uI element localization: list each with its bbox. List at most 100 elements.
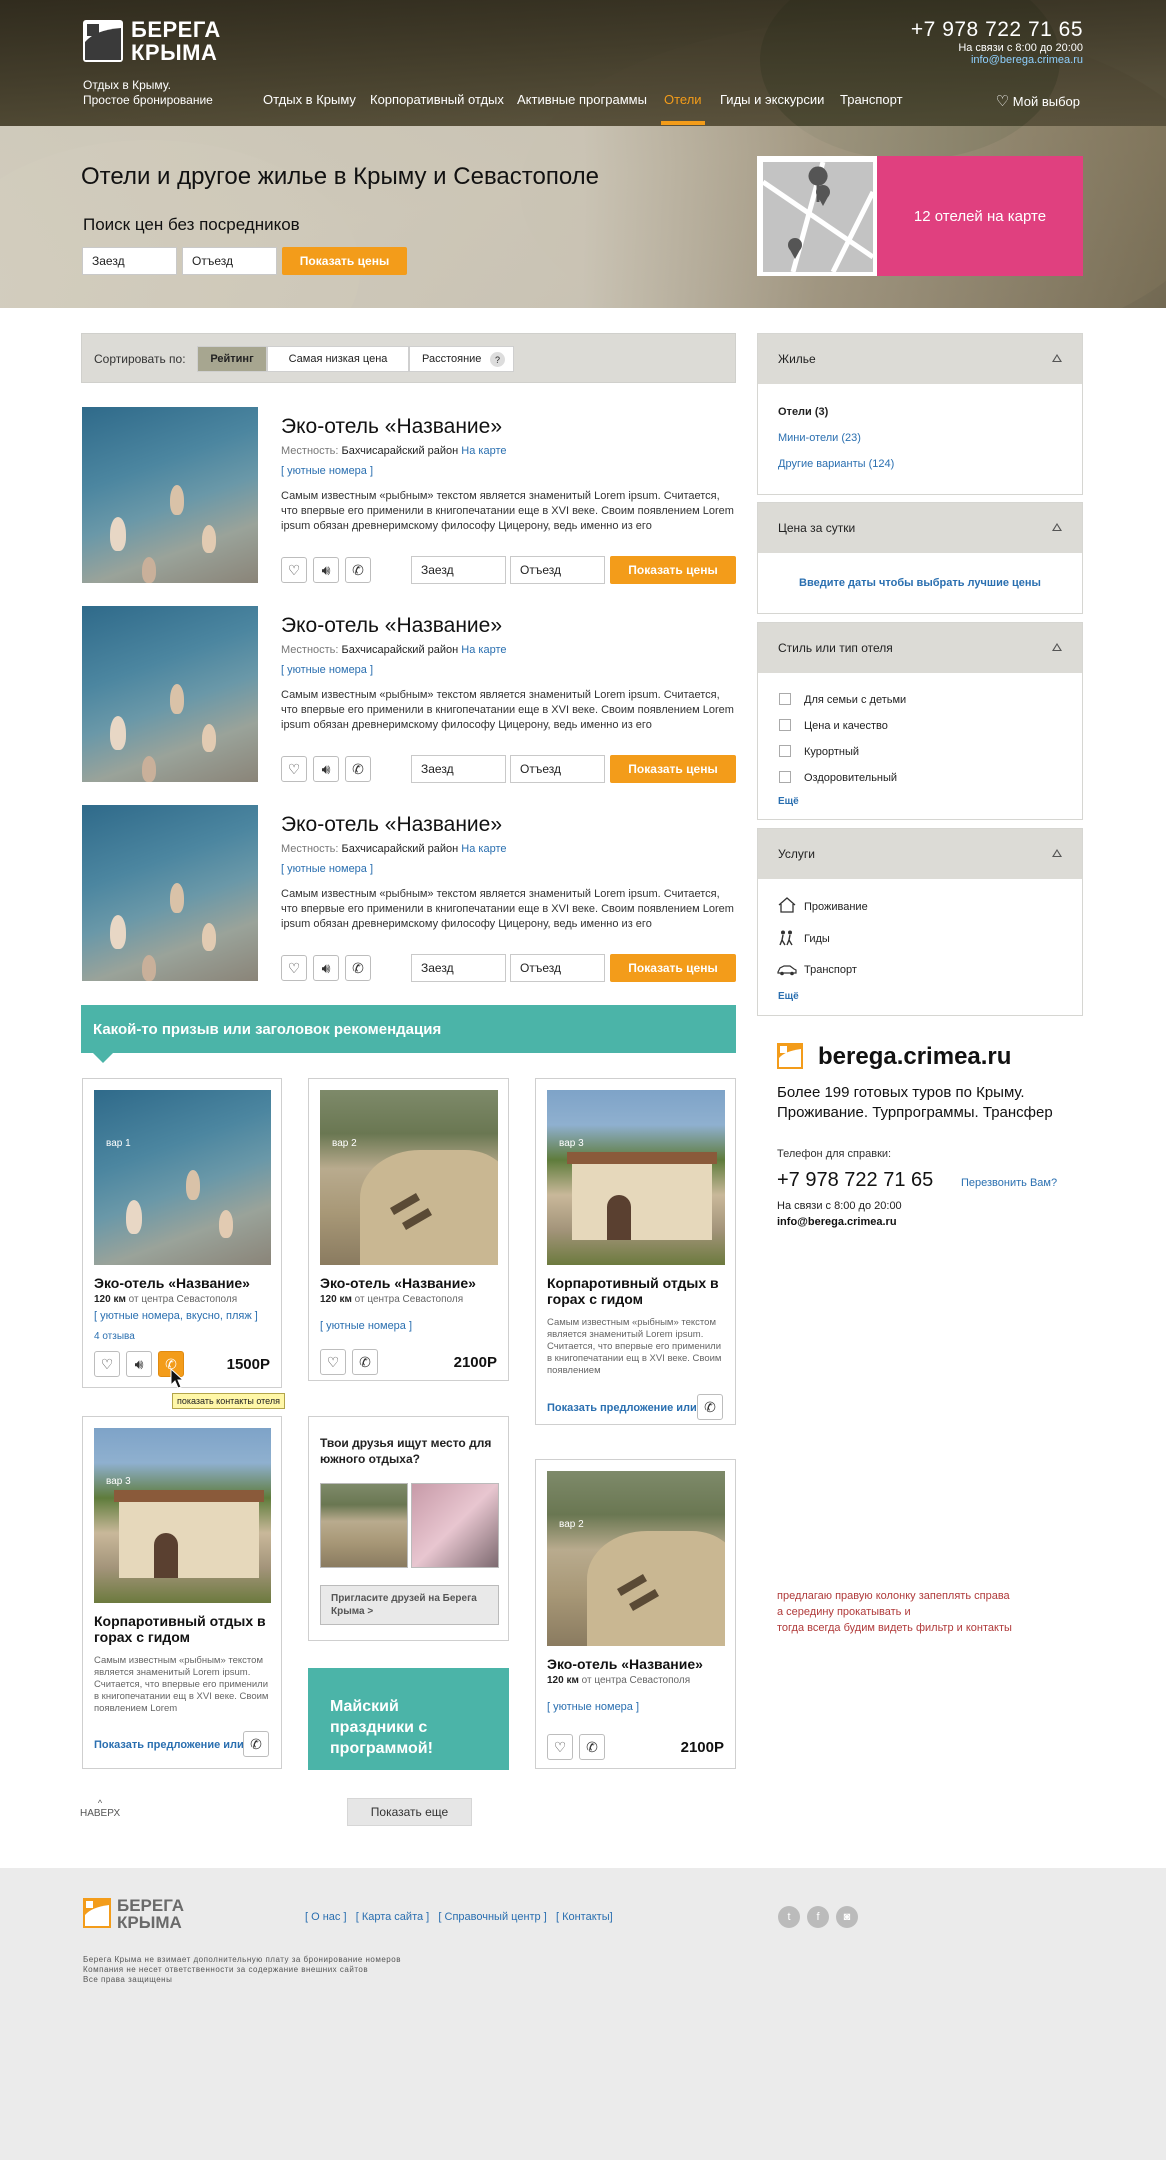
heart-icon[interactable]: ♡ bbox=[94, 1351, 120, 1377]
checkin-input[interactable]: Заезд bbox=[411, 954, 506, 982]
nav-transport[interactable]: Транспорт bbox=[840, 92, 903, 107]
phone-icon[interactable]: ✆ bbox=[345, 557, 371, 583]
map-link[interactable]: На карте bbox=[461, 644, 506, 656]
footer-logo-icon[interactable] bbox=[83, 1898, 111, 1928]
hotel-photo[interactable] bbox=[82, 606, 258, 782]
rooms-link[interactable]: [ уютные номера ] bbox=[281, 863, 373, 875]
footer-link-help[interactable]: [ Справочный центр ] bbox=[438, 1911, 546, 1923]
card-tags-link[interactable]: [ уютные номера ] bbox=[547, 1701, 639, 1713]
nav-rest-crimea[interactable]: Отдых в Крыму bbox=[263, 92, 356, 107]
show-offer-link[interactable]: Показать предложение или bbox=[547, 1402, 697, 1414]
checkbox-resort[interactable] bbox=[779, 745, 791, 757]
invite-friends-button[interactable]: Пригласите друзей на Берега Крыма > bbox=[320, 1585, 499, 1625]
card-title[interactable]: Корпаротивный отдых в горах с гидом bbox=[94, 1613, 274, 1645]
collapse-icon[interactable] bbox=[1052, 643, 1062, 651]
speaker-icon[interactable]: 🔊︎ bbox=[313, 955, 339, 981]
checkin-input[interactable]: Заезд bbox=[411, 755, 506, 783]
hotel-photo[interactable] bbox=[82, 407, 258, 583]
map-widget[interactable]: 12 отелей на карте bbox=[757, 156, 1083, 276]
card-title[interactable]: Эко-отель «Название» bbox=[320, 1275, 476, 1291]
rooms-link[interactable]: [ уютные номера ] bbox=[281, 664, 373, 676]
collapse-icon[interactable] bbox=[1052, 354, 1062, 362]
show-prices-button[interactable]: Показать цены bbox=[282, 247, 407, 275]
rooms-link[interactable]: [ уютные номера ] bbox=[281, 465, 373, 477]
footer-link-contacts[interactable]: [ Контакты] bbox=[556, 1911, 613, 1923]
rec-card-1[interactable]: вар 1 Эко-отель «Название» 120 км от цен… bbox=[82, 1078, 282, 1388]
filter-mini-hotels[interactable]: Мини-отели (23) bbox=[778, 432, 861, 444]
card-title[interactable]: Эко-отель «Название» bbox=[94, 1275, 250, 1291]
instagram-icon[interactable]: ◙ bbox=[836, 1906, 858, 1928]
header-email[interactable]: info@berega.crimea.ru bbox=[971, 54, 1083, 66]
logo-text[interactable]: БЕРЕГА КРЫМА bbox=[131, 18, 221, 64]
speaker-icon[interactable]: 🔊︎ bbox=[126, 1351, 152, 1377]
nav-corporate[interactable]: Корпоративный отдых bbox=[370, 92, 504, 107]
phone-icon[interactable]: ✆ bbox=[352, 1349, 378, 1375]
back-to-top[interactable]: ^ НАВЕРХ bbox=[80, 1798, 120, 1819]
card-title[interactable]: Эко-отель «Название» bbox=[547, 1656, 703, 1672]
my-choice-link[interactable]: ♡ Мой выбор bbox=[996, 92, 1080, 110]
collapse-icon[interactable] bbox=[1052, 849, 1062, 857]
card-tags-link[interactable]: [ уютные номера, вкусно, пляж ] bbox=[94, 1310, 258, 1322]
show-more-button[interactable]: Показать еще bbox=[347, 1798, 472, 1826]
help-icon[interactable]: ? bbox=[490, 352, 505, 367]
checkout-input[interactable]: Отъезд bbox=[182, 247, 277, 275]
speaker-icon[interactable]: 🔊︎ bbox=[313, 756, 339, 782]
nav-guides[interactable]: Гиды и экскурсии bbox=[720, 92, 824, 107]
hotel-title[interactable]: Эко-отель «Название» bbox=[281, 415, 502, 439]
hotel-photo[interactable] bbox=[82, 805, 258, 981]
map-hotels-link[interactable]: 12 отелей на карте bbox=[877, 156, 1083, 276]
nav-hotels[interactable]: Отели bbox=[664, 92, 702, 107]
map-link[interactable]: На карте bbox=[461, 445, 506, 457]
map-link[interactable]: На карте bbox=[461, 843, 506, 855]
rec-card-4[interactable]: вар 3 Корпаротивный отдых в горах с гидо… bbox=[82, 1416, 282, 1769]
footer-logo-text[interactable]: БЕРЕГА КРЫМА bbox=[117, 1897, 184, 1931]
heart-icon[interactable]: ♡ bbox=[281, 756, 307, 782]
show-prices-button[interactable]: Показать цены bbox=[610, 755, 736, 783]
filter-hotels[interactable]: Отели (3) bbox=[778, 406, 828, 418]
heart-icon[interactable]: ♡ bbox=[281, 557, 307, 583]
promo-may[interactable]: Майский праздники с программой! bbox=[308, 1668, 509, 1770]
phone-icon[interactable]: ✆ bbox=[345, 756, 371, 782]
filter-other[interactable]: Другие варианты (124) bbox=[778, 458, 894, 470]
footer-link-about[interactable]: [ О нас ] bbox=[305, 1911, 347, 1923]
show-offer-link[interactable]: Показать предложение или bbox=[94, 1739, 244, 1751]
side-email[interactable]: info@berega.crimea.ru bbox=[777, 1216, 897, 1228]
services-more-link[interactable]: Ещё bbox=[778, 991, 799, 1002]
filter-price-header[interactable]: Цена за сутки bbox=[758, 503, 1082, 553]
side-phone[interactable]: +7 978 722 71 65 bbox=[777, 1169, 933, 1192]
hotel-title[interactable]: Эко-отель «Название» bbox=[281, 614, 502, 638]
hotel-title[interactable]: Эко-отель «Название» bbox=[281, 813, 502, 837]
phone-icon[interactable]: ✆ bbox=[579, 1734, 605, 1760]
service-transport[interactable]: Транспорт bbox=[804, 964, 857, 976]
rec-card-6[interactable]: вар 2 Эко-отель «Название» 120 км от цен… bbox=[535, 1459, 736, 1769]
logo-icon[interactable] bbox=[83, 20, 123, 62]
card-title[interactable]: Корпаротивный отдых в горах с гидом bbox=[547, 1275, 727, 1307]
footer-link-sitemap[interactable]: [ Карта сайта ] bbox=[356, 1911, 430, 1923]
checkbox-health[interactable] bbox=[779, 771, 791, 783]
checkout-input[interactable]: Отъезд bbox=[510, 954, 605, 982]
speaker-icon[interactable]: 🔊︎ bbox=[313, 557, 339, 583]
filter-style-header[interactable]: Стиль или тип отеля bbox=[758, 623, 1082, 673]
rec-card-2[interactable]: вар 2 Эко-отель «Название» 120 км от цен… bbox=[308, 1078, 509, 1381]
checkin-input[interactable]: Заезд bbox=[411, 556, 506, 584]
facebook-icon[interactable]: f bbox=[807, 1906, 829, 1928]
price-hint[interactable]: Введите даты чтобы выбрать лучшие цены bbox=[758, 577, 1082, 589]
service-guides[interactable]: Гиды bbox=[804, 933, 830, 945]
heart-icon[interactable]: ♡ bbox=[547, 1734, 573, 1760]
sort-distance[interactable]: Расстояние ? bbox=[409, 346, 514, 372]
heart-icon[interactable]: ♡ bbox=[320, 1349, 346, 1375]
phone-icon[interactable]: ✆ bbox=[345, 955, 371, 981]
rec-card-3[interactable]: вар 3 Корпаротивный отдых в горах с гидо… bbox=[535, 1078, 736, 1425]
heart-icon[interactable]: ♡ bbox=[281, 955, 307, 981]
checkout-input[interactable]: Отъезд bbox=[510, 755, 605, 783]
card-reviews-link[interactable]: 4 отзыва bbox=[94, 1331, 135, 1342]
brand-domain[interactable]: berega.crimea.ru bbox=[818, 1043, 1011, 1071]
checkout-input[interactable]: Отъезд bbox=[510, 556, 605, 584]
card-tags-link[interactable]: [ уютные номера ] bbox=[320, 1320, 412, 1332]
filter-services-header[interactable]: Услуги bbox=[758, 829, 1082, 879]
phone-icon[interactable]: ✆ bbox=[243, 1731, 269, 1757]
collapse-icon[interactable] bbox=[1052, 523, 1062, 531]
style-more-link[interactable]: Ещё bbox=[778, 796, 799, 807]
phone-icon[interactable]: ✆ bbox=[697, 1394, 723, 1420]
service-stay[interactable]: Проживание bbox=[804, 901, 868, 913]
